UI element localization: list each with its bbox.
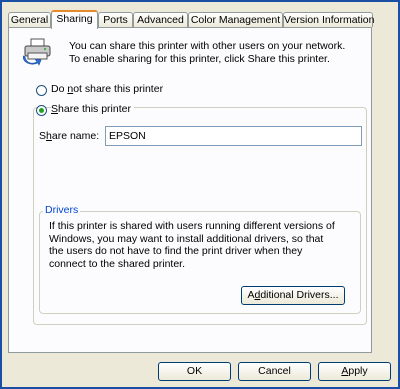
tab-ports[interactable]: Ports bbox=[98, 12, 133, 27]
do-not-share-label[interactable]: Do not share this printer bbox=[51, 83, 163, 95]
tab-version-information-label: Version Information bbox=[284, 14, 375, 26]
tab-version-information[interactable]: Version Information bbox=[283, 12, 375, 27]
apply-button[interactable]: Apply bbox=[318, 362, 391, 381]
shared-printer-icon bbox=[23, 38, 51, 66]
tab-ports-label: Ports bbox=[103, 14, 128, 26]
tab-advanced-label: Advanced bbox=[137, 14, 184, 26]
do-not-share-radio[interactable] bbox=[36, 85, 47, 96]
share-this-printer-radio[interactable] bbox=[36, 105, 47, 116]
sharing-info-text: You can share this printer with other us… bbox=[69, 40, 346, 65]
share-this-printer-label[interactable]: Share this printer bbox=[51, 103, 134, 115]
drivers-description: If this printer is shared with users run… bbox=[49, 220, 335, 270]
share-name-label: Share name: bbox=[39, 130, 100, 142]
tab-sharing[interactable]: Sharing bbox=[51, 10, 98, 29]
tab-advanced[interactable]: Advanced bbox=[133, 12, 188, 27]
tab-general-label: General bbox=[10, 14, 49, 26]
ok-button[interactable]: OK bbox=[158, 362, 231, 381]
sharing-panel: You can share this printer with other us… bbox=[8, 27, 372, 353]
tab-sharing-label: Sharing bbox=[56, 13, 93, 25]
tab-color-management-label: Color Management bbox=[190, 14, 281, 26]
share-name-input[interactable]: EPSON bbox=[105, 126, 362, 146]
drivers-group-title: Drivers bbox=[43, 204, 81, 216]
tab-general[interactable]: General bbox=[8, 12, 51, 27]
cancel-button[interactable]: Cancel bbox=[238, 362, 311, 381]
tab-color-management[interactable]: Color Management bbox=[188, 12, 283, 27]
additional-drivers-button[interactable]: Additional Drivers... bbox=[241, 286, 345, 305]
printer-properties-dialog: General Sharing Ports Advanced Color Man… bbox=[0, 0, 400, 389]
radio-selected-dot bbox=[39, 108, 44, 113]
